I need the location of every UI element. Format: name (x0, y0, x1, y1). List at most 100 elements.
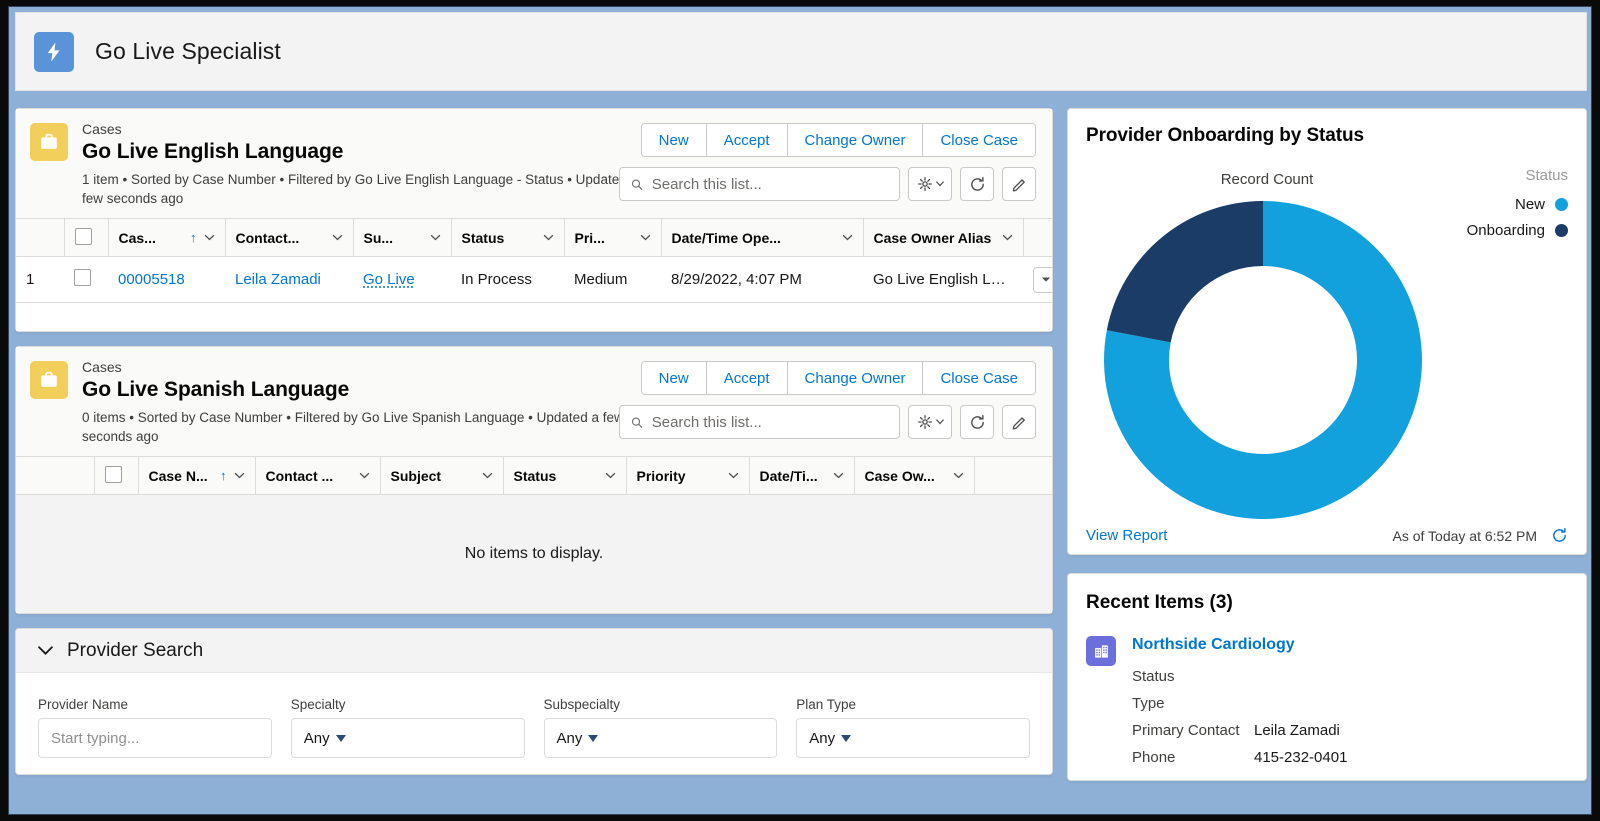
recent-item-link[interactable]: Northside Cardiology (1132, 636, 1295, 653)
list-item: Northside Cardiology Status Type Primary… (1086, 636, 1568, 771)
list-view-name[interactable]: Go Live Spanish Language (82, 377, 642, 403)
close-case-button[interactable]: Close Case (923, 124, 1035, 156)
chevron-down-icon[interactable] (38, 645, 53, 656)
contact-name-link[interactable]: Leila Zamadi (235, 271, 321, 288)
th-case-owner-alias[interactable]: Case Owner Alias (863, 218, 1024, 257)
chevron-down-icon[interactable] (842, 234, 853, 241)
provider-search-card: Provider Search Provider Name Start typi… (15, 628, 1053, 775)
accept-button[interactable]: Accept (706, 124, 788, 156)
donut-slice-onboarding[interactable] (1106, 201, 1263, 343)
new-button[interactable]: New (641, 124, 707, 156)
th-contact-name[interactable]: Contact... (225, 218, 354, 257)
field-row: Type (1132, 690, 1347, 717)
th-date-time-opened[interactable]: Date/Time Ope... (661, 218, 864, 257)
select-value: Any (556, 729, 583, 747)
th-priority[interactable]: Priority (626, 456, 750, 495)
chevron-down-icon[interactable] (833, 472, 844, 479)
list-view-name[interactable]: Go Live English Language (82, 139, 642, 165)
salesforce-viewport: Go Live Specialist Cases Go Live English… (8, 6, 1592, 815)
th-status[interactable]: Status (451, 218, 565, 257)
provider-name-input[interactable]: Start typing... (38, 718, 272, 758)
select-all-checkbox[interactable] (104, 465, 122, 483)
table-row[interactable]: 1 00005518 Leila Zamadi Go Live In Proce… (16, 256, 1052, 303)
list-view-footer (16, 303, 1052, 331)
field-key: Type (1132, 695, 1165, 712)
refresh-chart-button[interactable] (1551, 527, 1568, 544)
provider-search-title: Provider Search (67, 639, 204, 661)
case-number-link[interactable]: 00005518 (118, 271, 185, 288)
search-input[interactable] (651, 413, 889, 431)
th-select-all[interactable] (94, 456, 139, 495)
th-subject[interactable]: Su... (353, 218, 452, 257)
field-specialty: Specialty Any (290, 697, 525, 758)
list-settings-button[interactable] (908, 167, 952, 201)
change-owner-button[interactable]: Change Owner (787, 362, 924, 394)
chevron-down-icon[interactable] (728, 472, 739, 479)
cell-status: In Process (451, 256, 564, 303)
refresh-button[interactable] (960, 405, 994, 439)
lightning-bolt-icon (34, 31, 74, 72)
th-case-number[interactable]: Cas... ↑ (108, 218, 226, 257)
plan-type-select[interactable]: Any (796, 718, 1030, 758)
chevron-down-icon[interactable] (430, 234, 441, 241)
chevron-down-icon[interactable] (640, 234, 651, 241)
close-case-button[interactable]: Close Case (923, 362, 1035, 394)
cell-select[interactable] (64, 256, 108, 303)
legend-item-new[interactable]: New (1467, 196, 1568, 213)
th-date-time-opened[interactable]: Date/Ti... (749, 456, 855, 495)
legend-label: New (1514, 196, 1545, 213)
th-label: Date/Ti... (759, 467, 818, 484)
edit-button[interactable] (1002, 167, 1036, 201)
change-owner-button[interactable]: Change Owner (787, 124, 924, 156)
chevron-down-icon[interactable] (482, 472, 493, 479)
caret-down-icon (1041, 277, 1051, 282)
refresh-button[interactable] (960, 167, 994, 201)
cell-case-number: 00005518 (108, 256, 225, 303)
chevron-down-icon[interactable] (605, 472, 616, 479)
th-label: Case N... (148, 467, 208, 484)
th-contact-name[interactable]: Contact ... (255, 456, 381, 495)
chevron-down-icon[interactable] (1002, 234, 1013, 241)
subject-link[interactable]: Go Live (363, 271, 415, 288)
row-actions-button[interactable] (1033, 266, 1052, 293)
list-view-titles: Cases Go Live English Language 1 item • … (82, 121, 642, 208)
chevron-down-icon[interactable] (332, 234, 343, 241)
new-button[interactable]: New (641, 362, 707, 394)
list-settings-button[interactable] (908, 405, 952, 439)
subspecialty-select[interactable]: Any (543, 718, 778, 758)
chevron-down-icon[interactable] (204, 234, 215, 241)
th-case-number[interactable]: Case N... ↑ (138, 456, 256, 495)
field-row: Status (1132, 663, 1347, 690)
search-box[interactable] (619, 167, 900, 201)
th-select-all[interactable] (64, 218, 109, 257)
search-box[interactable] (619, 405, 900, 439)
specialty-select[interactable]: Any (290, 718, 525, 758)
search-icon (631, 179, 643, 190)
provider-search-header[interactable]: Provider Search (16, 629, 1052, 673)
chevron-down-icon[interactable] (359, 472, 370, 479)
cell-subject: Go Live (353, 256, 451, 303)
chevron-down-icon[interactable] (953, 472, 964, 479)
th-label: Date/Time Ope... (671, 229, 781, 246)
edit-button[interactable] (1002, 405, 1036, 439)
row-checkbox[interactable] (74, 269, 91, 286)
select-all-checkbox[interactable] (74, 227, 92, 245)
th-priority[interactable]: Pri... (564, 218, 662, 257)
content-region: Cases Go Live English Language 1 item • … (9, 98, 1591, 814)
chevron-down-icon[interactable] (234, 472, 245, 479)
cell-contact-name: Leila Zamadi (225, 256, 353, 303)
th-subject[interactable]: Subject (380, 456, 504, 495)
case-list-table-english: Cas... ↑ Contact... Su... Status Pri... … (16, 218, 1052, 303)
legend-label: Onboarding (1466, 222, 1545, 239)
legend-item-onboarding[interactable]: Onboarding (1467, 222, 1568, 239)
accept-button[interactable]: Accept (706, 362, 788, 394)
field-label: Specialty (290, 697, 346, 712)
th-status[interactable]: Status (503, 456, 627, 495)
search-input[interactable] (651, 175, 889, 193)
th-case-owner-alias[interactable]: Case Ow... (854, 456, 975, 495)
report-chart-card: Provider Onboarding by Status Record Cou… (1067, 108, 1587, 555)
select-value: Any (809, 729, 836, 747)
recent-items-card: Recent Items (3) Northside Cardiology St… (1067, 573, 1587, 781)
view-report-link[interactable]: View Report (1086, 527, 1167, 544)
chevron-down-icon[interactable] (543, 234, 554, 241)
